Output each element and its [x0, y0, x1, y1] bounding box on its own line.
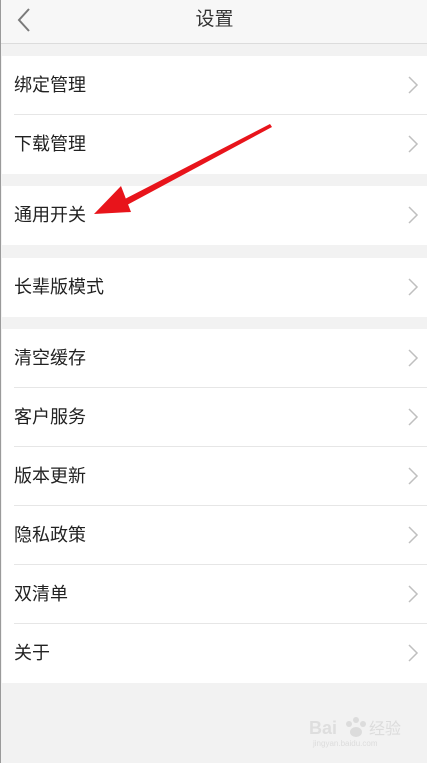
header-bar: 设置 — [1, 0, 427, 44]
settings-item-label: 长辈版模式 — [14, 277, 104, 298]
chevron-right-icon — [408, 135, 419, 153]
chevron-right-icon — [408, 585, 419, 603]
settings-item-general-switches[interactable]: 通用开关 — [2, 186, 427, 245]
settings-item-label: 客户服务 — [14, 407, 86, 428]
watermark-logo: Bai 经验 jingyan.baidu.com — [309, 717, 401, 748]
chevron-right-icon — [408, 76, 419, 94]
settings-item-customer-service[interactable]: 客户服务 — [2, 388, 427, 447]
settings-item-label: 隐私政策 — [14, 525, 86, 546]
settings-group-1: 绑定管理 下载管理 — [2, 56, 427, 174]
settings-group-2: 通用开关 — [2, 186, 427, 245]
settings-item-label: 双清单 — [14, 584, 68, 605]
settings-item-version-update[interactable]: 版本更新 — [2, 447, 427, 506]
settings-item-label: 绑定管理 — [14, 75, 86, 96]
settings-group-3: 长辈版模式 — [2, 258, 427, 317]
settings-item-label: 下载管理 — [14, 134, 86, 155]
settings-screen: 设置 绑定管理 下载管理 通用开关 长辈版模式 清空缓存 客户服务 版本更新 隐… — [0, 0, 427, 763]
settings-item-label: 版本更新 — [14, 466, 86, 487]
svg-text:经验: 经验 — [369, 719, 401, 738]
settings-item-dual-list[interactable]: 双清单 — [2, 565, 427, 624]
chevron-right-icon — [408, 349, 419, 367]
settings-item-label: 通用开关 — [14, 205, 86, 226]
chevron-right-icon — [408, 206, 419, 224]
settings-item-clear-cache[interactable]: 清空缓存 — [2, 329, 427, 388]
settings-item-label: 清空缓存 — [14, 348, 86, 369]
settings-group-4: 清空缓存 客户服务 版本更新 隐私政策 双清单 关于 — [2, 329, 427, 683]
chevron-right-icon — [408, 408, 419, 426]
settings-item-label: 关于 — [14, 643, 50, 664]
chevron-right-icon — [408, 644, 419, 662]
settings-item-bind-management[interactable]: 绑定管理 — [2, 56, 427, 115]
settings-item-about[interactable]: 关于 — [2, 624, 427, 683]
svg-text:jingyan.baidu.com: jingyan.baidu.com — [312, 739, 378, 748]
settings-item-download-management[interactable]: 下载管理 — [2, 115, 427, 174]
chevron-right-icon — [408, 278, 419, 296]
chevron-right-icon — [408, 467, 419, 485]
settings-item-elder-mode[interactable]: 长辈版模式 — [2, 258, 427, 317]
chevron-right-icon — [408, 526, 419, 544]
settings-item-privacy-policy[interactable]: 隐私政策 — [2, 506, 427, 565]
page-title: 设置 — [195, 8, 234, 30]
svg-text:Bai: Bai — [309, 718, 337, 738]
